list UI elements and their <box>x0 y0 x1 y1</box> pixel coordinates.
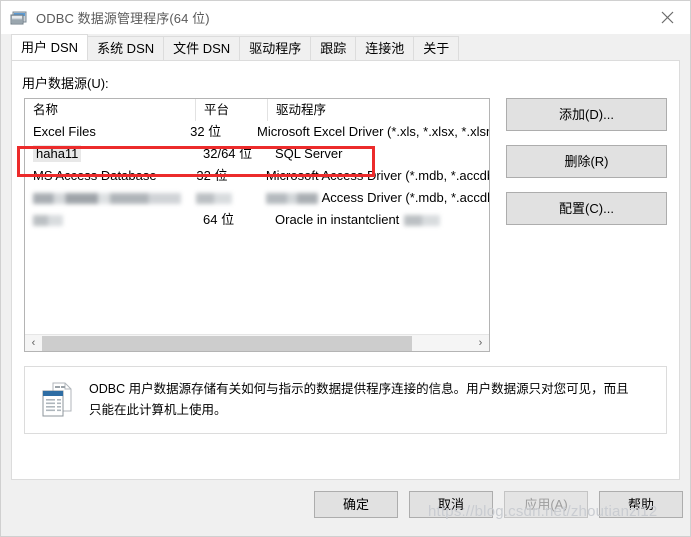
table-row[interactable]: MS Access Database 32 位 Microsoft Access… <box>25 165 489 187</box>
help-button[interactable]: 帮助 <box>599 491 683 518</box>
side-button-group: 添加(D)... 删除(R) 配置(C)... <box>506 98 667 239</box>
close-icon[interactable] <box>644 1 690 33</box>
tab-about[interactable]: 关于 <box>413 36 460 60</box>
add-button[interactable]: 添加(D)... <box>506 98 667 131</box>
configure-button[interactable]: 配置(C)... <box>506 192 667 225</box>
window-title: ODBC 数据源管理程序(64 位) <box>36 11 210 26</box>
column-header-name[interactable]: 名称 <box>25 99 195 121</box>
apply-button: 应用(A) <box>504 491 588 518</box>
column-header-platform[interactable]: 平台 <box>195 99 267 121</box>
user-data-sources-label: 用户数据源(U): <box>22 76 109 91</box>
cell-name-text: haha11 <box>33 145 82 162</box>
scroll-right-icon[interactable]: › <box>472 335 489 352</box>
tab-page-user-dsn: 用户数据源(U): 名称 平台 驱动程序 Excel Files 32 位 Mi… <box>11 60 680 480</box>
ok-button[interactable]: 确定 <box>314 491 398 518</box>
list-header: 名称 平台 驱动程序 <box>25 99 489 121</box>
scrollbar-track[interactable] <box>42 335 472 352</box>
table-row[interactable]: 64 位 Oracle in instantclient <box>25 209 489 231</box>
cell-driver-text: Access Driver (*.mdb, *.accdb) <box>321 190 489 205</box>
tab-tracing[interactable]: 跟踪 <box>310 36 357 60</box>
cancel-button[interactable]: 取消 <box>409 491 493 518</box>
table-row[interactable]: haha11 32/64 位 SQL Server <box>25 143 489 165</box>
info-panel-text: ODBC 用户数据源存储有关如何与指示的数据提供程序连接的信息。用户数据源只对您… <box>89 382 629 417</box>
table-row[interactable]: Access Driver (*.mdb, *.accdb) <box>25 187 489 209</box>
bottom-button-bar: 确定 取消 应用(A) 帮助 <box>1 480 690 536</box>
cell-platform-redacted <box>188 187 257 209</box>
tab-strip: 用户 DSN 系统 DSN 文件 DSN 驱动程序 跟踪 连接池 关于 <box>1 34 690 60</box>
cell-platform: 32 位 <box>196 168 228 183</box>
cell-driver: Oracle in instantclient <box>267 209 489 231</box>
odbc-app-icon <box>10 10 28 26</box>
tab-drivers[interactable]: 驱动程序 <box>239 36 312 60</box>
horizontal-scrollbar[interactable]: ‹ › <box>25 334 489 351</box>
cell-name-redacted <box>25 187 188 209</box>
list-rows: Excel Files 32 位 Microsoft Excel Driver … <box>25 121 489 231</box>
tab-user-dsn[interactable]: 用户 DSN <box>11 34 89 60</box>
title-bar: ODBC 数据源管理程序(64 位) <box>1 1 690 34</box>
cell-driver: Access Driver (*.mdb, *.accdb) <box>258 187 489 209</box>
cell-platform: 64 位 <box>203 212 235 227</box>
redacted-text <box>33 215 63 227</box>
cell-driver: Microsoft Access Driver (*.mdb, *.accdb) <box>265 168 489 183</box>
remove-button[interactable]: 删除(R) <box>506 145 667 178</box>
cell-driver: SQL Server <box>275 146 343 161</box>
cell-platform: 32 位 <box>190 124 222 139</box>
tab-file-dsn[interactable]: 文件 DSN <box>163 36 241 60</box>
redacted-text <box>404 215 441 227</box>
data-source-document-icon <box>41 381 75 419</box>
scroll-left-icon[interactable]: ‹ <box>25 335 42 352</box>
cell-driver-text: Oracle in instantclient <box>275 212 400 227</box>
table-row[interactable]: Excel Files 32 位 Microsoft Excel Driver … <box>25 121 489 143</box>
redacted-text <box>196 193 233 205</box>
redacted-text <box>33 193 181 205</box>
cell-name: MS Access Database <box>33 168 157 183</box>
cell-driver: Microsoft Excel Driver (*.xls, *.xlsx, *… <box>257 124 489 139</box>
cell-name: Excel Files <box>33 124 96 139</box>
scrollbar-thumb[interactable] <box>42 335 412 351</box>
cell-name: haha11 <box>25 143 195 165</box>
odbc-admin-window: ODBC 数据源管理程序(64 位) 用户 DSN 系统 DSN 文件 DSN … <box>0 0 691 537</box>
cell-platform: 32/64 位 <box>203 146 253 161</box>
tab-system-dsn[interactable]: 系统 DSN <box>87 36 165 60</box>
column-header-driver[interactable]: 驱动程序 <box>267 99 489 121</box>
redacted-text <box>265 193 318 205</box>
cell-name-redacted <box>25 209 195 231</box>
tab-connection-pooling[interactable]: 连接池 <box>355 36 415 60</box>
data-source-list[interactable]: 名称 平台 驱动程序 Excel Files 32 位 Microsoft Ex… <box>24 98 490 352</box>
info-panel: ODBC 用户数据源存储有关如何与指示的数据提供程序连接的信息。用户数据源只对您… <box>24 366 667 434</box>
